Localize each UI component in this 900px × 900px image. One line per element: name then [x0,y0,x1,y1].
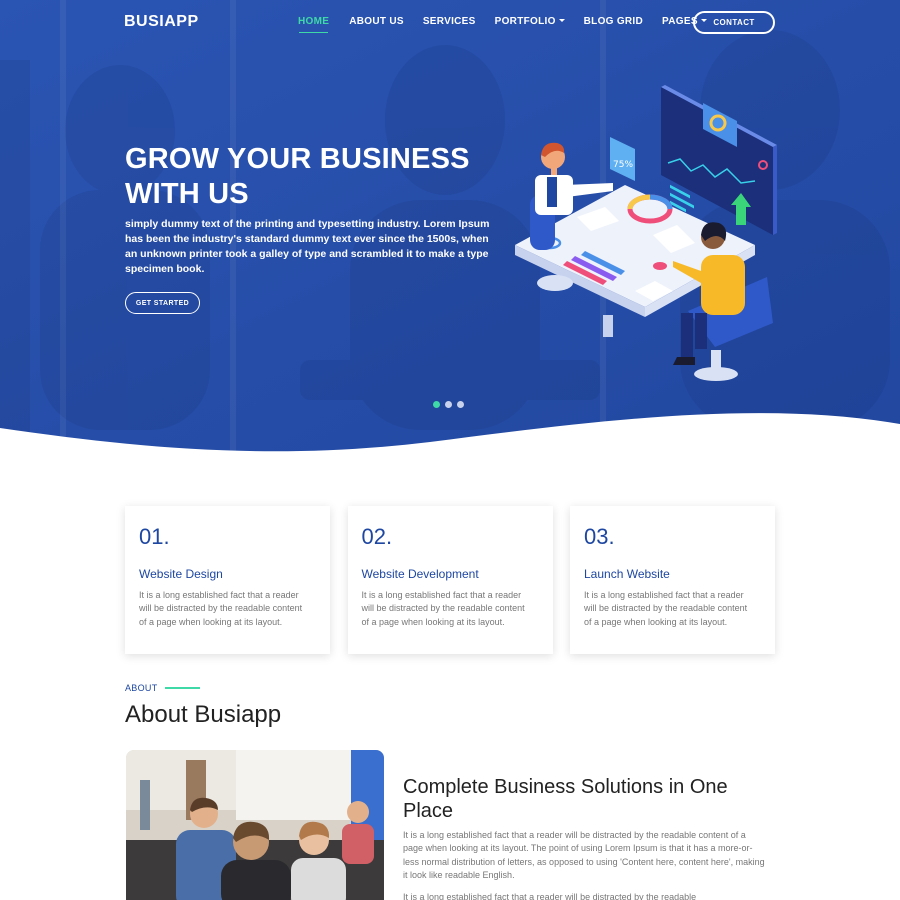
nav-portfolio-label: PORTFOLIO [494,16,556,27]
step-title[interactable]: Website Development [362,567,539,581]
nav-portfolio[interactable]: PORTFOLIO [495,16,565,27]
step-description: It is a long established fact that a rea… [361,590,525,627]
nav-menu: HOME ABOUT US SERVICES PORTFOLIO BLOG GR… [298,16,707,33]
step-card: 03. Launch Website It is a long establis… [570,506,775,654]
svg-text:75%: 75% [613,160,633,170]
slider-dot-1[interactable] [433,401,440,408]
step-title[interactable]: Website Design [139,567,316,581]
step-card: 02. Website Development It is a long est… [347,506,553,654]
slider-dot-3[interactable] [457,401,464,408]
step-description: It is a long established fact that a rea… [584,590,748,627]
business-meeting-illustration: 75% [515,85,777,381]
step-number: 01. [139,524,170,549]
step-title[interactable]: Launch Website [584,567,761,581]
step-description: It is a long established fact that a rea… [139,590,303,627]
about-paragraph-2: It is a long established fact that a rea… [403,892,697,900]
top-navigation: BUSIAPP HOME ABOUT US SERVICES PORTFOLIO… [0,0,900,44]
about-subtitle: Complete Business Solutions in One Place [403,776,728,822]
chevron-down-icon [558,18,565,22]
nav-services[interactable]: SERVICES [423,16,476,27]
accent-divider [164,687,200,689]
nav-blog-grid[interactable]: BLOG GRID [584,16,643,27]
step-number: 02. [361,524,393,549]
slider-dots [433,401,464,408]
nav-home[interactable]: HOME [298,16,329,33]
logo[interactable]: BUSIAPP [124,13,199,31]
percentage-card-icon: 75% [610,137,635,181]
team-meeting-photo [126,750,384,900]
about-label-text: ABOUT [125,683,158,693]
contact-button[interactable]: CONTACT [693,11,775,34]
nav-about-us[interactable]: ABOUT US [349,16,404,27]
steps-section: 01. Website Design It is a long establis… [125,506,775,654]
about-paragraph: It is a long established fact that a rea… [403,830,765,880]
slider-dot-2[interactable] [445,401,452,408]
step-number: 03. [584,524,615,549]
hero-title: GROW YOUR BUSINESS WITH US [125,143,470,210]
get-started-button[interactable]: GET STARTED [125,292,200,314]
about-section-label: ABOUT [125,683,200,693]
step-card: 01. Website Design It is a long establis… [125,506,330,654]
about-title: About Busiapp [125,701,282,728]
hero-description: simply dummy text of the printing and ty… [125,218,490,275]
